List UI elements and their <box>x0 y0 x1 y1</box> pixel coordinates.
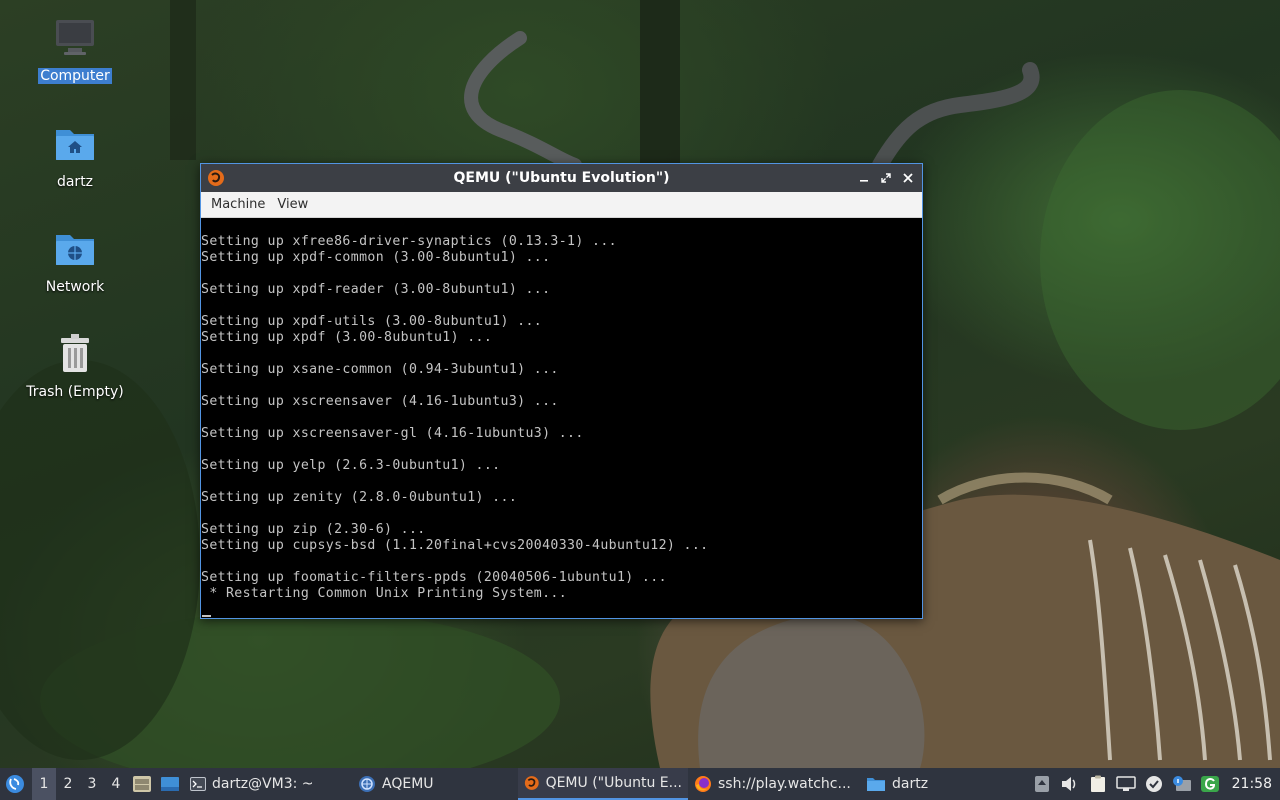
firefox-icon <box>695 776 711 792</box>
menu-machine[interactable]: Machine <box>205 197 271 212</box>
console-line: Setting up xsane-common (0.94-3ubuntu1) … <box>201 362 559 377</box>
notification-button[interactable] <box>1172 774 1192 794</box>
console-line: Setting up xpdf-common (3.00-8ubuntu1) .… <box>201 250 551 265</box>
desktop-icon-trash[interactable]: Trash (Empty) <box>25 332 125 400</box>
workspace-2[interactable]: 2 <box>56 768 80 800</box>
workspace-switcher: 1 2 3 4 <box>32 768 128 800</box>
console-display[interactable]: Setting up xfree86-driver-synaptics (0.1… <box>201 218 922 618</box>
up-arrow-icon <box>1034 776 1049 792</box>
green-app-icon <box>1200 776 1219 792</box>
task-qemu[interactable]: QEMU ("Ubuntu E... <box>518 768 688 800</box>
desktop-icon-network[interactable]: Network <box>25 227 125 295</box>
trash-icon <box>61 334 89 372</box>
menu-view[interactable]: View <box>271 197 314 212</box>
workspace-4[interactable]: 4 <box>104 768 128 800</box>
task-file-manager[interactable]: dartz <box>860 768 980 800</box>
qemu-window[interactable]: QEMU ("Ubuntu Evolution") Machine View S… <box>200 163 923 619</box>
desktop-icon-label: dartz <box>56 174 94 190</box>
console-line: Setting up xpdf-reader (3.00-8ubuntu1) .… <box>201 282 551 297</box>
window-title: QEMU ("Ubuntu Evolution") <box>453 170 670 186</box>
file-cabinet-icon <box>133 776 151 792</box>
console-line: Setting up zenity (2.8.0-0ubuntu1) ... <box>201 490 518 505</box>
network-wired-icon <box>1115 776 1136 791</box>
show-desktop-launcher[interactable] <box>156 768 184 800</box>
console-line: Setting up xfree86-driver-synaptics (0.1… <box>201 234 617 249</box>
console-line: Setting up xscreensaver-gl (4.16-1ubuntu… <box>201 426 584 441</box>
maximize-icon <box>881 173 891 183</box>
close-icon <box>903 173 913 183</box>
network-button[interactable] <box>1115 774 1136 794</box>
task-label: dartz@VM3: ~ <box>212 776 314 792</box>
task-label: AQEMU <box>382 776 434 792</box>
update-shield-icon <box>1145 776 1162 792</box>
console-line: Setting up xpdf-utils (3.00-8ubuntu1) ..… <box>201 314 543 329</box>
task-label: ssh://play.watchc... <box>718 776 851 792</box>
close-button[interactable] <box>900 170 916 186</box>
app-indicator-button[interactable] <box>1200 774 1220 794</box>
console-line: Setting up xscreensaver (4.16-1ubuntu3) … <box>201 394 559 409</box>
clock[interactable]: 21:58 <box>1232 776 1272 792</box>
update-manager-button[interactable] <box>1144 774 1164 794</box>
desktop-icon-label: Trash (Empty) <box>26 384 124 400</box>
minimize-button[interactable] <box>856 170 872 186</box>
task-label: dartz <box>892 776 929 792</box>
desktop-icon-label: Network <box>45 279 105 295</box>
workspace-1[interactable]: 1 <box>32 768 56 800</box>
home-folder-icon <box>56 130 94 160</box>
desktop-icon-home[interactable]: dartz <box>25 122 125 190</box>
window-titlebar[interactable]: QEMU ("Ubuntu Evolution") <box>201 164 922 192</box>
volume-button[interactable] <box>1060 774 1080 794</box>
desktop-icon-label: Computer <box>38 68 112 84</box>
system-tray: 21:58 <box>1032 768 1280 800</box>
workspace-3[interactable]: 3 <box>80 768 104 800</box>
folder-icon <box>867 778 885 791</box>
console-output: Setting up xfree86-driver-synaptics (0.1… <box>201 234 922 602</box>
computer-icon <box>56 20 94 55</box>
task-terminal[interactable]: dartz@VM3: ~ <box>184 768 352 800</box>
task-aqemu[interactable]: AQEMU <box>352 768 518 800</box>
tray-arrow-button[interactable] <box>1032 774 1052 794</box>
maximize-button[interactable] <box>878 170 894 186</box>
qemu-icon <box>208 170 224 186</box>
console-line: Setting up yelp (2.6.3-0ubuntu1) ... <box>201 458 501 473</box>
start-menu-button[interactable] <box>0 768 30 800</box>
terminal-icon <box>190 777 206 791</box>
console-line: * Restarting Common Unix Printing System… <box>201 586 568 601</box>
file-manager-launcher[interactable] <box>128 768 156 800</box>
console-line: Setting up foomatic-filters-ppds (200405… <box>201 570 667 585</box>
volume-icon <box>1061 777 1075 791</box>
desktop-icon-computer[interactable]: Computer <box>25 16 125 84</box>
task-label: QEMU ("Ubuntu E... <box>545 775 682 791</box>
console-line: Setting up cupsys-bsd (1.1.20final+cvs20… <box>201 538 709 553</box>
clipboard-button[interactable] <box>1088 774 1108 794</box>
info-monitor-icon <box>1172 776 1191 791</box>
aqemu-icon <box>359 776 375 792</box>
network-folder-icon <box>56 235 94 265</box>
qemu-icon <box>524 776 539 790</box>
taskbar: 1 2 3 4 dartz@VM3: ~ AQEMU QEMU ("Ubuntu… <box>0 768 1280 800</box>
text-cursor <box>202 615 211 617</box>
minimize-icon <box>860 180 868 182</box>
window-menubar: Machine View <box>201 192 922 218</box>
distro-logo-icon <box>6 775 24 793</box>
console-line: Setting up zip (2.30-6) ... <box>201 522 426 537</box>
console-line: Setting up xpdf (3.00-8ubuntu1) ... <box>201 330 493 345</box>
clipboard-icon <box>1090 775 1105 792</box>
task-firefox[interactable]: ssh://play.watchc... <box>688 768 860 800</box>
desktop-icon <box>161 777 179 791</box>
